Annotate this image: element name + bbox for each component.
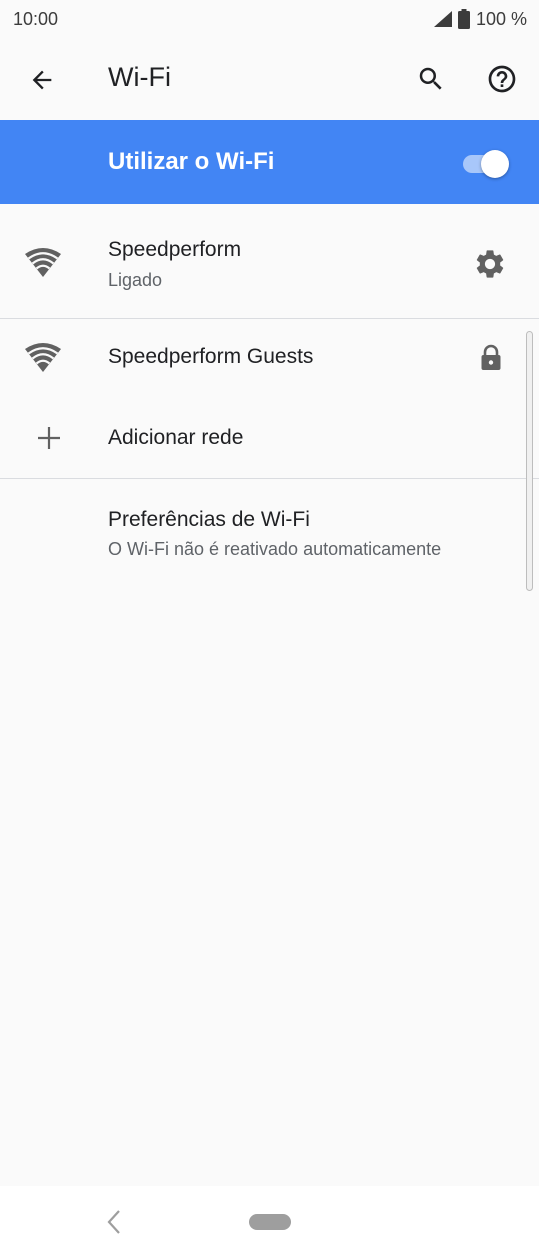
plus-icon [38, 427, 60, 449]
connected-network-name: Speedperform [108, 238, 242, 261]
battery-percent: 100 % [475, 8, 527, 29]
nav-back-button[interactable] [102, 1208, 126, 1236]
status-right: 100 % [433, 8, 527, 30]
plus-wrapper [36, 425, 62, 451]
lock-wrapper [478, 343, 504, 373]
network-name: Speedperform Guests [108, 345, 314, 368]
wifi-preferences-title: Preferências de Wi-Fi [108, 508, 310, 531]
navigation-bar [0, 1186, 539, 1258]
app-bar: Wi-Fi [0, 38, 539, 120]
search-button[interactable] [410, 58, 452, 100]
add-network-label: Adicionar rede [108, 426, 244, 449]
wifi-master-switch-label: Utilizar o Wi-Fi [108, 148, 275, 175]
search-icon [419, 67, 442, 90]
gear-icon [476, 250, 504, 278]
battery-icon [457, 9, 470, 29]
scrollbar[interactable] [526, 331, 533, 591]
network-settings-button[interactable] [470, 244, 510, 284]
help-button[interactable] [481, 58, 523, 100]
page-title: Wi-Fi [108, 62, 171, 92]
toggle-thumb [481, 150, 509, 178]
arrow-back-icon [32, 70, 52, 90]
home-pill-icon[interactable] [249, 1214, 291, 1230]
wifi-master-switch-bar[interactable]: Utilizar o Wi-Fi [0, 120, 539, 204]
wifi-preferences-row[interactable]: Preferências de Wi-Fi O Wi-Fi não é reat… [0, 479, 539, 585]
network-row-speedperform-guests[interactable]: Speedperform Guests [0, 319, 539, 399]
wifi-icon [25, 248, 61, 277]
wifi-toggle[interactable] [463, 150, 511, 178]
connected-network-status: Ligado [108, 270, 163, 290]
status-bar: 10:00 100 % [0, 0, 539, 38]
wifi-preferences-summary: O Wi-Fi não é reativado automaticamente [108, 539, 442, 559]
wifi-signal-wrapper [24, 246, 62, 278]
wifi-icon [25, 343, 61, 372]
add-network-row[interactable]: Adicionar rede [0, 399, 539, 479]
wifi-signal-wrapper [24, 341, 62, 373]
signal-icon [433, 11, 452, 27]
nav-back-icon [107, 1210, 120, 1234]
help-icon [488, 65, 516, 93]
back-button[interactable] [22, 60, 62, 100]
lock-icon [481, 344, 501, 370]
status-time: 10:00 [13, 8, 59, 29]
connected-network-row[interactable]: Speedperform Ligado [0, 204, 539, 318]
